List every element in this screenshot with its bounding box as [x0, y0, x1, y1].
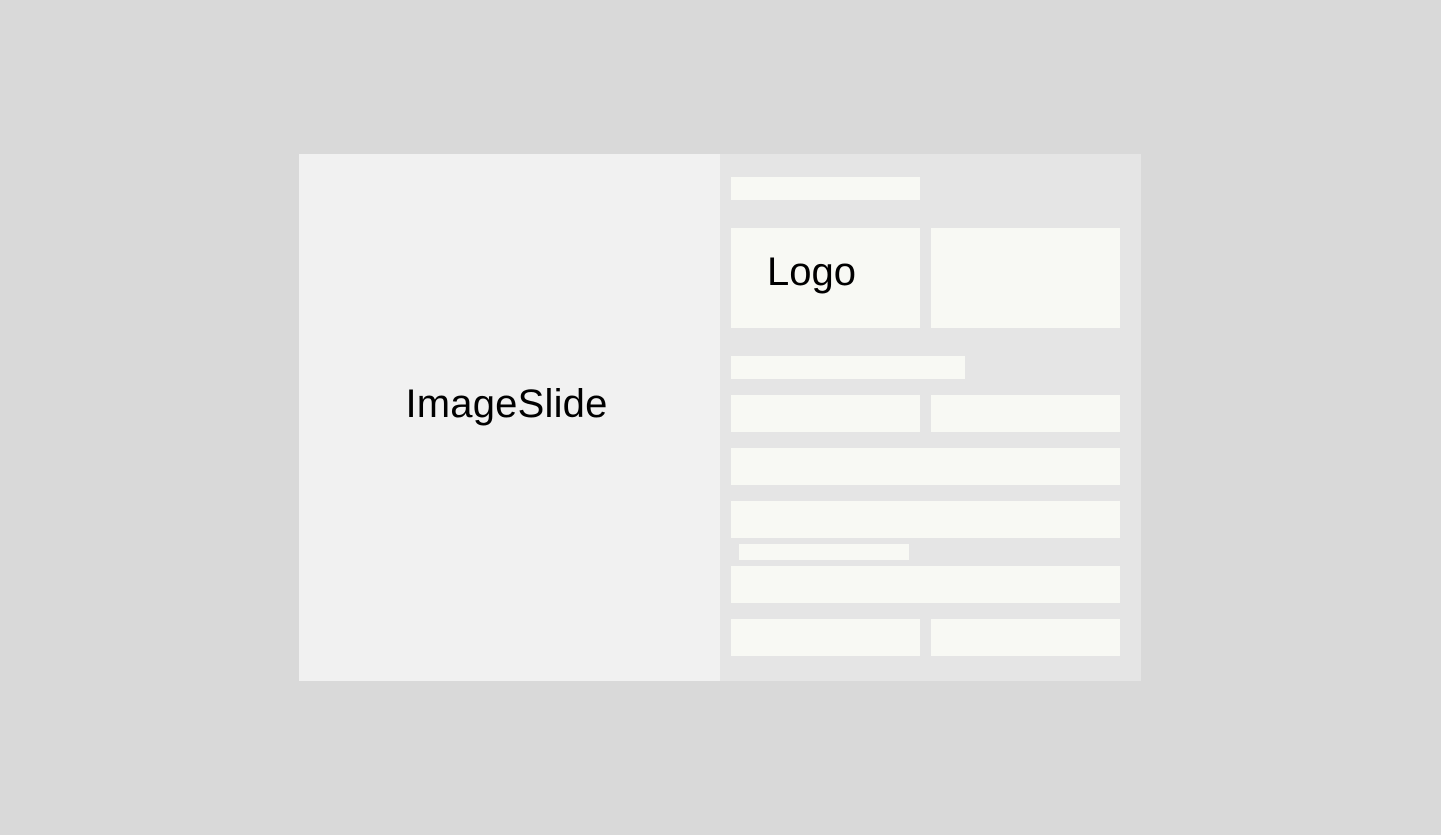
field-placeholder-full-3[interactable]: [731, 566, 1120, 603]
field-placeholder-full-1[interactable]: [731, 448, 1120, 485]
field-placeholder-left[interactable]: [731, 395, 920, 432]
image-slide[interactable]: ImageSlide: [299, 154, 720, 681]
section-title-placeholder: [731, 356, 965, 379]
field-placeholder-full-2[interactable]: [731, 501, 1120, 538]
logo-box[interactable]: Logo: [731, 228, 920, 328]
layout-frame: ImageSlide Logo: [299, 154, 1141, 681]
side-panel: Logo: [720, 154, 1141, 681]
button-placeholder-left[interactable]: [731, 619, 920, 656]
image-slide-label: ImageSlide: [405, 382, 608, 426]
logo-label: Logo: [767, 250, 856, 294]
field-placeholder-right[interactable]: [931, 395, 1120, 432]
header-placeholder: [731, 177, 920, 200]
caption-placeholder: [739, 544, 909, 560]
button-placeholder-right[interactable]: [931, 619, 1120, 656]
image-placeholder: [931, 228, 1120, 328]
